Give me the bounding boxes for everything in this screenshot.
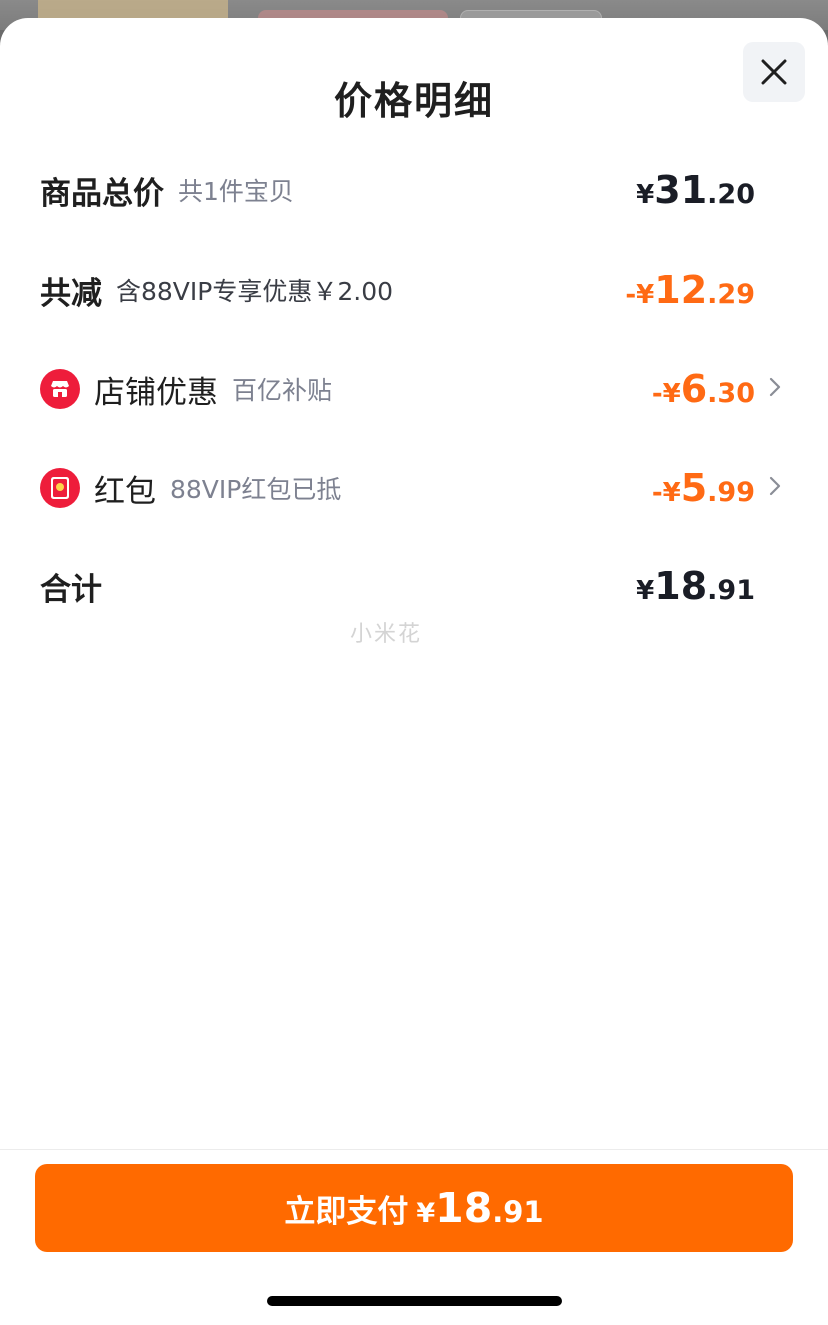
divider — [0, 1149, 828, 1150]
currency-symbol: -¥ — [625, 280, 655, 310]
chevron-right-icon — [769, 377, 781, 397]
close-icon — [761, 59, 787, 85]
pay-now-button[interactable]: 立即支付 ¥ 18 .91 — [35, 1164, 793, 1252]
red-packet-row[interactable]: 红包 88VIP红包已抵 -¥ 5 .99 — [40, 458, 790, 518]
close-button[interactable] — [743, 42, 805, 102]
amount-integer: 18 — [654, 564, 708, 608]
total-price-row: 商品总价 共1件宝贝 ¥ 31 .20 — [40, 160, 790, 220]
amount-decimal: .20 — [707, 179, 755, 210]
red-packet-amount: -¥ 5 .99 — [652, 458, 755, 518]
amount-decimal: .91 — [492, 1195, 544, 1229]
home-indicator[interactable] — [267, 1296, 562, 1306]
subsidy-text: 百亿补贴 — [232, 376, 333, 405]
amount-integer: 18 — [435, 1184, 493, 1232]
total-price-amount: ¥ 31 .20 — [636, 160, 755, 220]
watermark-text: 小米花 — [350, 622, 423, 647]
currency-symbol: -¥ — [651, 379, 681, 409]
amount-integer: 6 — [680, 367, 708, 411]
total-price-label: 商品总价 — [40, 175, 164, 212]
chevron-right-icon — [769, 476, 781, 496]
currency-symbol: -¥ — [651, 478, 681, 508]
sum-label: 合计 — [40, 571, 102, 608]
sum-amount: ¥ 18 .91 — [636, 556, 755, 616]
item-count-text: 共1件宝贝 — [178, 177, 294, 206]
amount-integer: 5 — [680, 466, 708, 510]
shop-discount-row[interactable]: 店铺优惠 百亿补贴 -¥ 6 .30 — [40, 359, 790, 419]
currency-symbol: ¥ — [636, 576, 655, 606]
vip-discount-note: 含88VIP专享优惠￥2.00 — [116, 277, 394, 306]
red-packet-icon — [40, 468, 80, 508]
amount-integer: 12 — [654, 268, 708, 312]
store-icon — [40, 369, 80, 409]
sum-row: 合计 ¥ 18 .91 — [40, 556, 790, 616]
shop-discount-amount: -¥ 6 .30 — [652, 359, 755, 419]
amount-decimal: .29 — [707, 279, 755, 310]
red-packet-label: 红包 — [94, 473, 156, 510]
shop-discount-label: 店铺优惠 — [94, 374, 218, 411]
amount-decimal: .99 — [707, 477, 755, 508]
total-reduction-label: 共减 — [40, 275, 102, 312]
total-reduction-row: 共减 含88VIP专享优惠￥2.00 -¥ 12 .29 — [40, 260, 790, 320]
sheet-title: 价格明细 — [333, 79, 494, 123]
currency-symbol: ¥ — [416, 1198, 436, 1229]
amount-decimal: .91 — [707, 575, 755, 606]
total-reduction-amount: -¥ 12 .29 — [625, 260, 755, 320]
currency-symbol: ¥ — [636, 180, 655, 210]
price-detail-sheet: 价格明细 商品总价 共1件宝贝 ¥ 31 .20 共减 含88VIP专享优惠￥2… — [0, 18, 828, 1325]
amount-decimal: .30 — [707, 378, 755, 409]
pay-button-label: 立即支付 — [284, 1194, 409, 1230]
red-packet-note: 88VIP红包已抵 — [170, 475, 342, 504]
amount-integer: 31 — [654, 168, 708, 212]
